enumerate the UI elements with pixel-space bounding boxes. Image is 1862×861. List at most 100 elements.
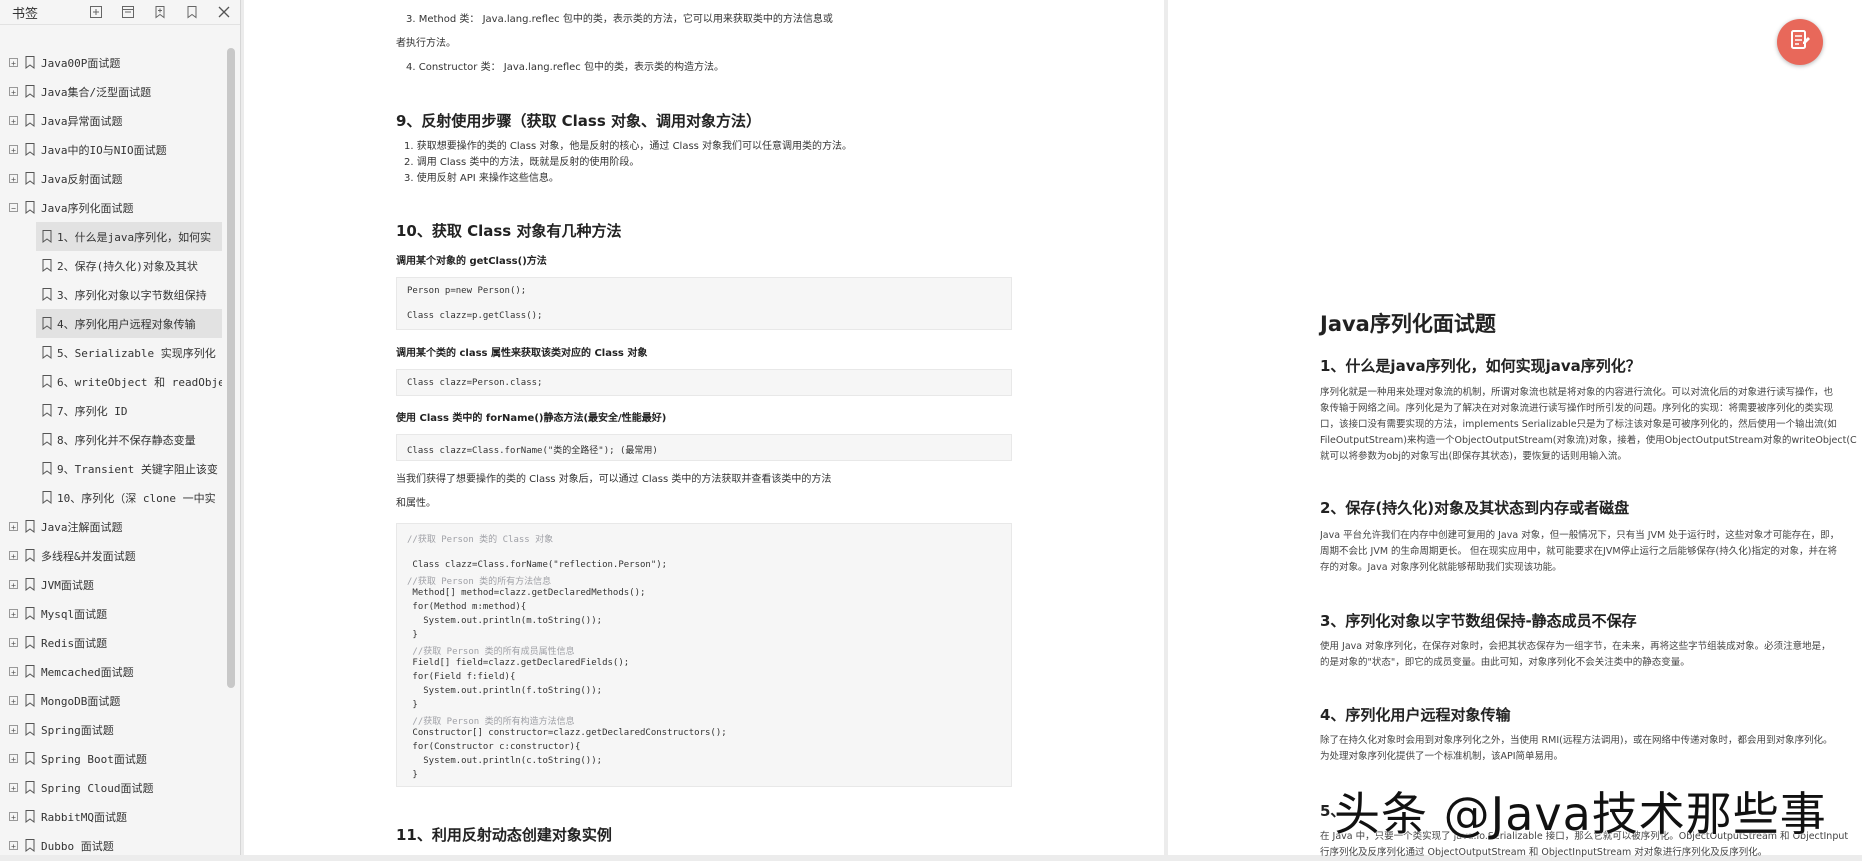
bookmark-icon [25, 56, 41, 69]
expand-toggle-icon[interactable]: + [9, 58, 18, 68]
bookmark-item[interactable]: + RabbitMQ面试题 [0, 802, 226, 831]
expand-toggle-icon[interactable]: + [9, 174, 18, 184]
bookmark-icon [25, 839, 41, 852]
bookmark-icon [36, 491, 57, 504]
step-3: 3. 使用反射 API 来操作这些信息。 [404, 173, 559, 184]
bookmark-icon [36, 462, 57, 475]
section-4-body: 除了在持久化对象时会用到对象序列化之外，当使用 RMI(远程方法调用)，或在网络… [1320, 733, 1862, 765]
bookmark-label: 3、序列化对象以字节数组保持 [57, 288, 207, 302]
bookmark-item[interactable]: + Dubbo 面试题 [0, 831, 226, 860]
bookmark-item[interactable]: − Java序列化面试题 [0, 193, 226, 222]
expand-toggle-icon[interactable]: + [9, 609, 18, 619]
expand-all-icon[interactable] [88, 4, 104, 20]
bookmark-subitem[interactable]: 10、序列化（深 clone 一中实 [36, 483, 222, 512]
bookmark-subitem[interactable]: 9、Transient 关键字阻止该变 [36, 454, 222, 483]
code-line: Constructor[] constructor=clazz.getDecla… [407, 728, 727, 738]
bookmark-item[interactable]: + MongoDB面试题 [0, 686, 226, 715]
collapse-all-icon[interactable] [120, 4, 136, 20]
bookmark-item[interactable]: + 多线程&并发面试题 [0, 541, 226, 570]
bookmark-subitem[interactable]: 5、Serializable 实现序列化 [36, 338, 222, 367]
bookmarks-title: 书签 [12, 6, 39, 22]
bookmark-item[interactable]: + JVM面试题 [0, 570, 226, 599]
bookmark-icon [25, 143, 41, 156]
bookmark-item[interactable]: + Spring Cloud面试题 [0, 773, 226, 802]
bookmark-item[interactable]: + Java中的IO与NIO面试题 [0, 135, 226, 164]
method-3-label: 使用 Class 类中的 forName()静态方法(最安全/性能最好) [396, 413, 667, 424]
bookmark-label: 4、序列化用户远程对象传输 [57, 317, 196, 331]
bookmark-subitem[interactable]: 7、序列化 ID [36, 396, 222, 425]
expand-toggle-icon[interactable]: + [9, 725, 18, 735]
expand-toggle-icon[interactable]: + [9, 696, 18, 706]
bookmark-label: Java反射面试题 [41, 172, 123, 186]
chapter-title: Java序列化面试题 [1320, 312, 1496, 336]
section-heading-4: 4、序列化用户远程对象传输 [1320, 706, 1511, 724]
bookmark-label: Mysql面试题 [41, 607, 108, 621]
bookmarks-header: 书签 [0, 0, 240, 25]
code-line: for(Method m:method){ [407, 602, 527, 612]
bookmark-subitem[interactable]: 8、序列化并不保存静态变量 [36, 425, 222, 454]
step-1: 1. 获取想要操作的类的 Class 对象，他是反射的核心，通过 Class 对… [404, 141, 853, 152]
close-icon[interactable] [216, 4, 232, 20]
bookmark-icon [36, 230, 57, 243]
bookmark-item[interactable]: + Java反射面试题 [0, 164, 226, 193]
bookmark-label: Spring面试题 [41, 723, 114, 737]
code-line: Method[] method=clazz.getDeclaredMethods… [407, 588, 646, 598]
bookmark-scrollbar[interactable] [227, 48, 235, 688]
paragraph-line: 的是对象的"状态"，即它的成员变量。由此可知，对象序列化不会关注类中的静态变量。 [1320, 657, 1690, 668]
bookmark-item[interactable]: + Redis面试题 [0, 628, 226, 657]
expand-toggle-icon[interactable]: + [9, 841, 18, 851]
bookmark-subitem[interactable]: 3、序列化对象以字节数组保持 [36, 280, 222, 309]
expand-toggle-icon[interactable]: + [9, 145, 18, 155]
section-heading-11: 11、利用反射动态创建对象实例 [396, 826, 612, 844]
code-line: //获取 Person 类的 Class 对象 [407, 535, 554, 545]
code-block-getclass: Person p=new Person(); Class clazz=p.get… [396, 277, 1012, 330]
bookmark-icon [36, 259, 57, 272]
bookmark-subitem[interactable]: 2、保存(持久化)对象及其状 [36, 251, 222, 280]
document-edit-icon [1788, 28, 1812, 56]
bookmark-icon [25, 114, 41, 127]
bookmark-label: Spring Boot面试题 [41, 752, 147, 766]
bookmark-item[interactable]: + Java00P面试题 [0, 48, 226, 77]
expand-toggle-icon[interactable]: + [9, 551, 18, 561]
expand-toggle-icon[interactable]: + [9, 87, 18, 97]
bookmarks-toolbar [88, 4, 232, 20]
bookmark-icon [36, 288, 57, 301]
section-1-body: 序列化就是一种用来处理对象流的机制，所谓对象流也就是将对象的内容进行流化。可以对… [1320, 385, 1862, 465]
bookmark-icon [36, 346, 57, 359]
collapse-toggle-icon[interactable]: − [9, 203, 18, 213]
code-line: //获取 Person 类的所有成员属性信息 [407, 647, 575, 657]
expand-toggle-icon[interactable]: + [9, 754, 18, 764]
bookmark-subitem[interactable]: 1、什么是java序列化，如何实 [36, 222, 222, 251]
expand-toggle-icon[interactable]: + [9, 116, 18, 126]
bookmark-item[interactable]: + Java集合/泛型面试题 [0, 77, 226, 106]
bookmark-item[interactable]: + Mysql面试题 [0, 599, 226, 628]
step-2: 2. 调用 Class 类中的方法，既就是反射的使用阶段。 [404, 157, 640, 168]
bookmark-subitem[interactable]: 6、writeObject 和 readObje [36, 367, 222, 396]
bookmark-label: Java注解面试题 [41, 520, 123, 534]
translate-button[interactable] [1777, 19, 1823, 65]
bookmark-item[interactable]: + Memcached面试题 [0, 657, 226, 686]
bookmark-item[interactable]: + Java异常面试题 [0, 106, 226, 135]
bookmark-icon [25, 665, 41, 678]
bookmark-icon[interactable] [184, 4, 200, 20]
bookmark-label: 8、序列化并不保存静态变量 [57, 433, 196, 447]
bookmark-icon [25, 607, 41, 620]
bookmark-item[interactable]: + Java注解面试题 [0, 512, 226, 541]
expand-toggle-icon[interactable]: + [9, 580, 18, 590]
expand-toggle-icon[interactable]: + [9, 667, 18, 677]
bookmark-icon [25, 578, 41, 591]
bookmark-add-icon[interactable] [152, 4, 168, 20]
expand-toggle-icon[interactable]: + [9, 638, 18, 648]
bookmark-subitem[interactable]: 4、序列化用户远程对象传输 [36, 309, 222, 338]
bookmark-item[interactable]: + Spring面试题 [0, 715, 226, 744]
expand-toggle-icon[interactable]: + [9, 522, 18, 532]
code-line: } [407, 700, 418, 710]
bookmark-icon [25, 172, 41, 185]
paragraph-line: FileOutputStream)来构造一个ObjectOutputStream… [1320, 435, 1857, 446]
bookmark-label: 多线程&并发面试题 [41, 549, 136, 563]
bookmark-item[interactable]: + Spring Boot面试题 [0, 744, 226, 773]
expand-toggle-icon[interactable]: + [9, 783, 18, 793]
code-line: //获取 Person 类的所有构造方法信息 [407, 717, 575, 727]
code-line: Person p=new Person(); [407, 286, 527, 296]
expand-toggle-icon[interactable]: + [9, 812, 18, 822]
